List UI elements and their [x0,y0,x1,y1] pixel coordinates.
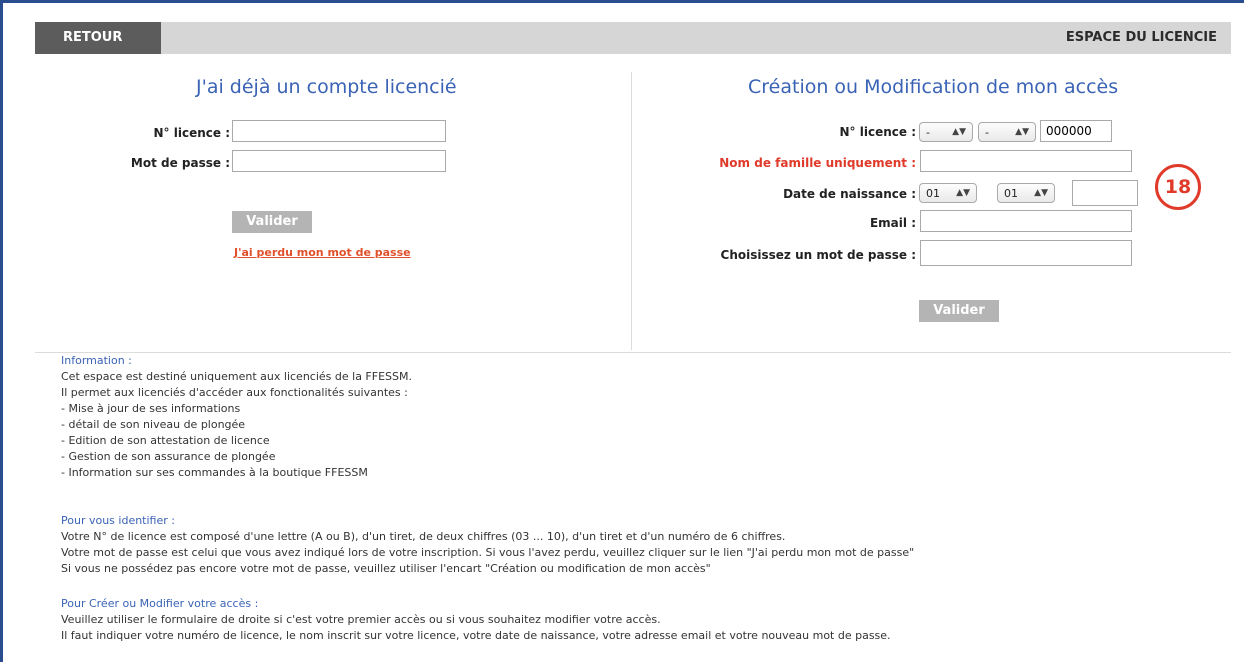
licence-letter-value: - [926,125,930,139]
birth-month-select[interactable]: 01 ▲▼ [997,183,1055,203]
register-submit-button[interactable]: Valider [919,300,999,322]
birth-year-input[interactable] [1072,180,1138,206]
register-title: Création ou Modification de mon accès [748,76,1119,98]
info-block: Information : Cet espace est destiné uni… [61,353,412,481]
access-line: Il faut indiquer votre numéro de licence… [61,629,891,642]
info-line: - Edition de son attestation de licence [61,434,270,447]
new-password-input[interactable] [920,240,1132,266]
access-block: Pour Créer ou Modifier votre accès : Veu… [61,596,891,644]
step-number-badge: 18 [1155,164,1201,210]
login-title: J'ai déjà un compte licencié [196,76,457,98]
identify-line: Si vous ne possédez pas encore votre mot… [61,562,711,575]
login-submit-button[interactable]: Valider [232,211,312,233]
licence-digits-select[interactable]: - ▲▼ [978,122,1036,142]
info-line: Cet espace est destiné uniquement aux li… [61,370,412,383]
select-arrows-icon: ▲▼ [1034,188,1048,198]
access-heading: Pour Créer ou Modifier votre accès : [61,597,259,610]
login-password-label: Mot de passe : [130,156,230,170]
licence-letter-select[interactable]: - ▲▼ [919,122,973,142]
select-arrows-icon: ▲▼ [1015,127,1029,137]
birthdate-label: Date de naissance : [783,187,916,201]
access-line: Veuillez utiliser le formulaire de droit… [61,613,661,626]
info-line: - Mise à jour de ses informations [61,402,241,415]
identify-block: Pour vous identifier : Votre N° de licen… [61,513,914,577]
lastname-label: Nom de famille uniquement : [719,156,916,170]
identify-line: Votre mot de passe est celui que vous av… [61,546,915,559]
space-title: ESPACE DU LICENCIE [1065,30,1217,45]
login-licence-input[interactable] [232,120,446,142]
licence-digits-value: - [985,125,989,139]
email-label: Email : [869,216,916,230]
identify-line: Votre N° de licence est composé d'une le… [61,530,786,543]
info-line: Il permet aux licenciés d'accéder aux fo… [61,386,408,399]
lastname-input[interactable] [920,150,1132,172]
top-bar: RETOUR ESPACE DU LICENCIE [35,22,1231,54]
info-line: - Information sur ses commandes à la bou… [61,466,368,479]
identify-heading: Pour vous identifier : [61,514,175,527]
login-password-input[interactable] [232,150,446,172]
info-heading: Information : [61,354,132,367]
select-arrows-icon: ▲▼ [952,127,966,137]
register-licence-label: N° licence : [839,125,916,139]
new-password-label: Choisissez un mot de passe : [720,248,916,262]
info-line: - Gestion de son assurance de plongée [61,450,276,463]
forgot-password-link[interactable]: J'ai perdu mon mot de passe [234,246,411,259]
back-button[interactable]: RETOUR [35,22,161,54]
login-licence-label: N° licence : [153,126,230,140]
birth-day-select[interactable]: 01 ▲▼ [919,183,977,203]
birth-month-value: 01 [1004,186,1018,200]
column-divider [631,72,632,350]
licence-number-input[interactable] [1040,120,1112,142]
select-arrows-icon: ▲▼ [956,188,970,198]
email-input[interactable] [920,210,1132,232]
info-line: - détail de son niveau de plongée [61,418,246,431]
birth-day-value: 01 [926,186,940,200]
